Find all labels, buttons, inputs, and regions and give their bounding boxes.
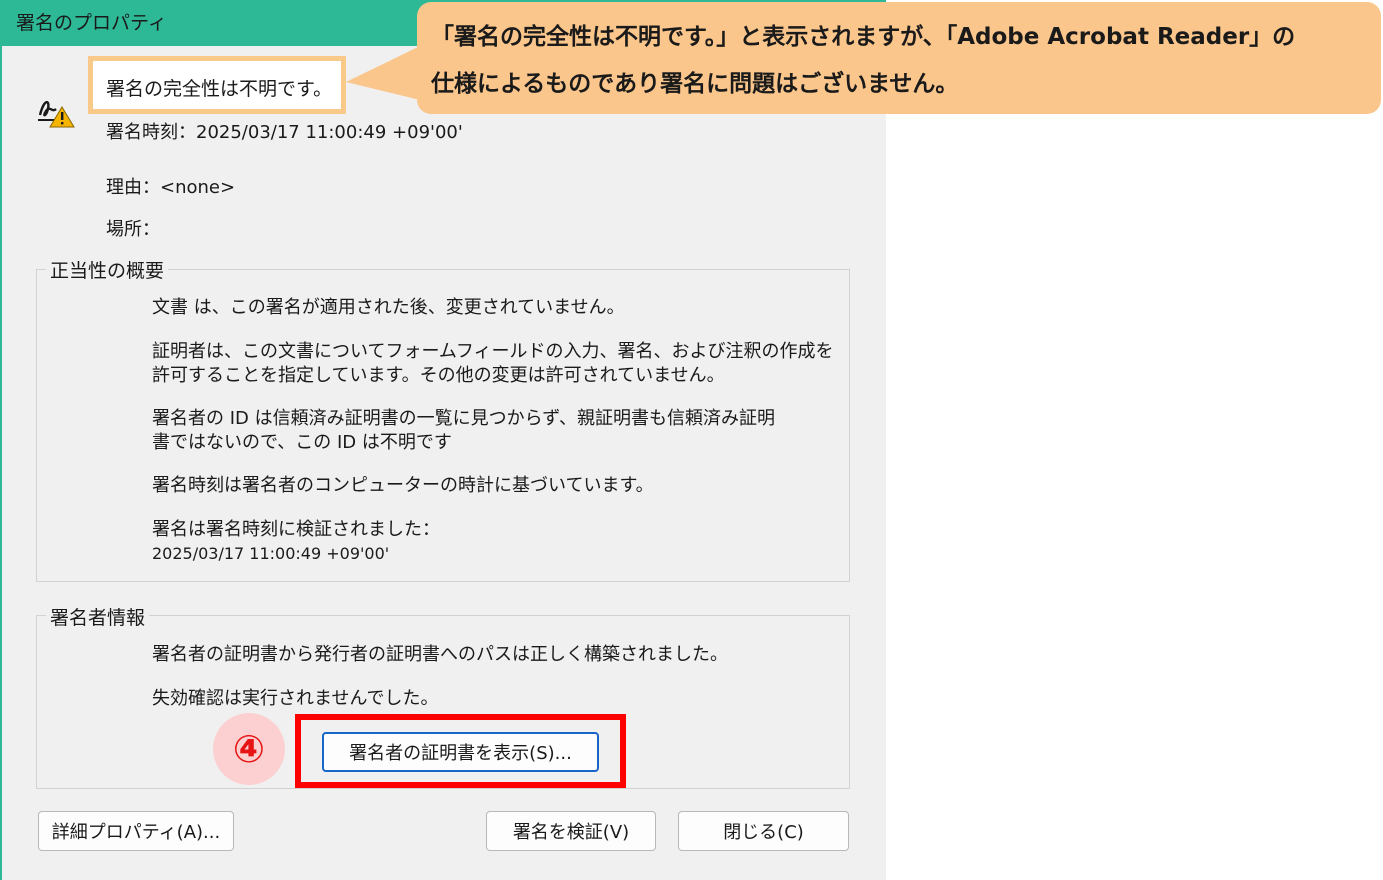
- show-signer-certificate-button[interactable]: 署名者の証明書を表示(S)...: [322, 732, 599, 772]
- callout-line: 仕様によるものであり署名に問題はございません。: [431, 71, 959, 97]
- callout-line: 「署名の完全性は不明です。」と表示されますが、「Adobe Acrobat Re…: [431, 24, 1296, 50]
- signing-reason: 理由：<none>: [106, 177, 236, 198]
- callout-pointer: [346, 46, 420, 100]
- signer-info-paragraph: 失効確認は実行されませんでした。: [152, 688, 439, 709]
- validity-paragraph: 証明者は、この文書についてフォームフィールドの入力、署名、および注釈の作成を 許…: [152, 341, 834, 386]
- advanced-properties-button[interactable]: 詳細プロパティ(A)...: [38, 811, 234, 851]
- validity-paragraph: 署名は署名時刻に検証されました： 2025/03/17 11:00:49 +09…: [152, 519, 440, 563]
- signing-location: 場所：: [106, 219, 160, 240]
- step-number-badge: ④: [213, 713, 285, 785]
- validity-paragraph: 署名者の ID は信頼済み証明書の一覧に見つからず、親証明書も信頼済み証明 書で…: [152, 408, 775, 453]
- validity-paragraph: 署名時刻は署名者のコンピューターの時計に基づいています。: [152, 475, 654, 496]
- validate-signature-button[interactable]: 署名を検証(V): [486, 811, 656, 851]
- close-button[interactable]: 閉じる(C): [678, 811, 849, 851]
- validity-paragraph: 文書 は、この署名が適用された後、変更されていません。: [152, 297, 625, 318]
- signing-time: 署名時刻：2025/03/17 11:00:49 +09'00': [106, 122, 463, 143]
- explanation-callout: 「署名の完全性は不明です。」と表示されますが、「Adobe Acrobat Re…: [417, 2, 1381, 114]
- signer-info-paragraph: 署名者の証明書から発行者の証明書へのパスは正しく構築されました。: [152, 644, 728, 665]
- signer-info-title: 署名者情報: [46, 603, 150, 630]
- validity-summary-title: 正当性の概要: [46, 256, 169, 283]
